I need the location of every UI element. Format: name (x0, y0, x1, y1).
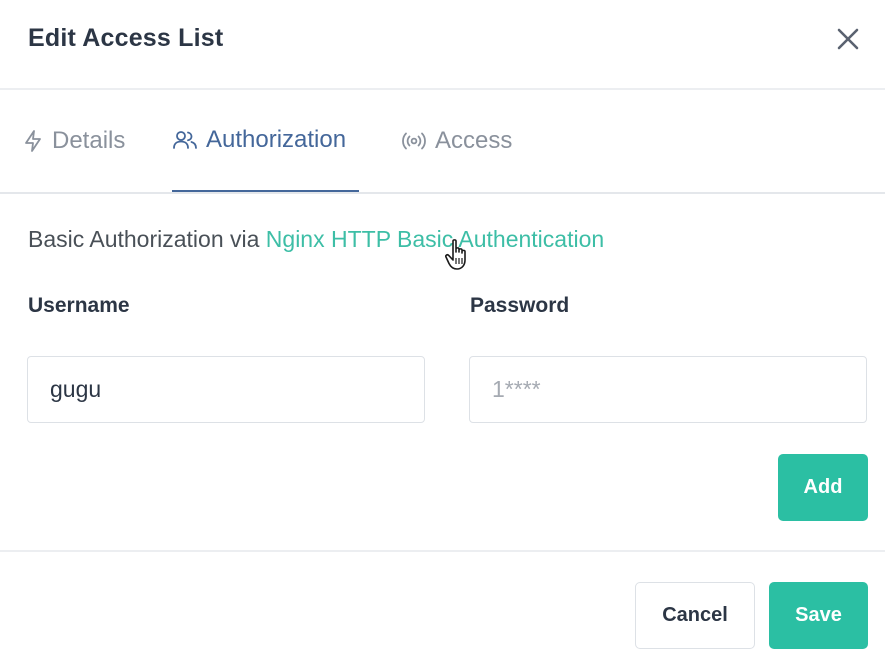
username-input[interactable] (27, 356, 425, 423)
modal-title: Edit Access List (28, 24, 224, 52)
auth-description: Basic Authorization via Nginx HTTP Basic… (28, 226, 604, 253)
tab-details[interactable]: Details (22, 90, 125, 192)
tab-bar: Details Authorization Access (0, 90, 885, 194)
add-button[interactable]: Add (778, 454, 868, 521)
modal-header: Edit Access List (0, 0, 885, 90)
save-button[interactable]: Save (769, 582, 868, 649)
users-icon (173, 131, 197, 149)
tab-authorization[interactable]: Authorization (172, 90, 359, 192)
edit-access-list-modal: Edit Access List Details Authorization A… (0, 0, 885, 651)
password-label: Password (470, 294, 570, 317)
lightning-icon (25, 130, 41, 152)
tab-access[interactable]: Access (401, 90, 512, 192)
close-icon (837, 28, 859, 50)
tab-authorization-label: Authorization (206, 126, 347, 153)
close-button[interactable] (835, 26, 861, 52)
tab-details-label: Details (52, 127, 126, 154)
nginx-basic-auth-link[interactable]: Nginx HTTP Basic Authentication (266, 226, 604, 252)
username-label: Username (28, 294, 130, 317)
auth-description-text: Basic Authorization via (28, 226, 266, 252)
password-input[interactable] (469, 356, 867, 423)
footer-divider (0, 550, 885, 552)
cancel-button[interactable]: Cancel (635, 582, 755, 649)
broadcast-icon (402, 132, 426, 150)
tab-access-label: Access (435, 127, 513, 154)
